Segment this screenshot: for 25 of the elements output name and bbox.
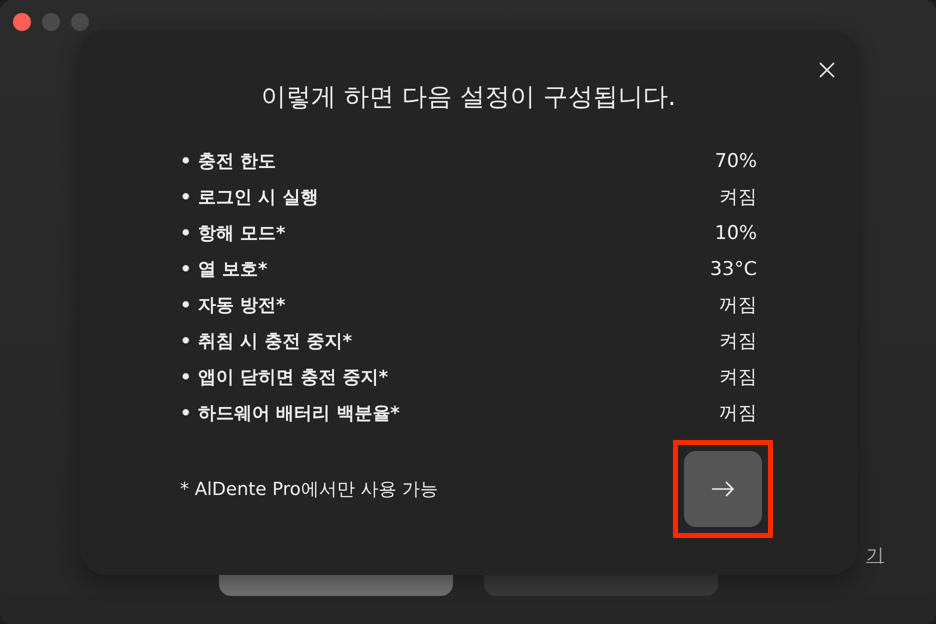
setting-label: • 로그인 시 실행: [180, 186, 318, 209]
setting-value: 꺼짐: [719, 293, 757, 318]
close-window-icon[interactable]: [13, 13, 31, 31]
setting-value: 33°C: [710, 258, 757, 280]
next-button[interactable]: [684, 451, 762, 527]
setting-value: 켜짐: [719, 185, 757, 210]
setting-label: • 충전 한도: [180, 150, 276, 173]
arrow-right-icon: [710, 481, 736, 497]
footnote-text: * AlDente Pro에서만 사용 가능: [180, 478, 438, 501]
setting-label: • 취침 시 충전 중지*: [180, 330, 352, 353]
setting-value: 켜짐: [719, 365, 757, 390]
setting-value: 꺼짐: [719, 401, 757, 426]
setting-label: • 하드웨어 배터리 백분율*: [180, 402, 400, 425]
background-link[interactable]: 기: [866, 543, 884, 567]
setting-value: 켜짐: [719, 329, 757, 354]
close-icon[interactable]: [819, 62, 835, 78]
dialog-title: 이렇게 하면 다음 설정이 구성됩니다.: [260, 81, 677, 113]
setting-label: • 열 보호*: [180, 258, 268, 281]
setting-label: • 자동 방전*: [180, 294, 286, 317]
minimize-window-icon[interactable]: [42, 13, 60, 31]
zoom-window-icon[interactable]: [71, 13, 89, 31]
setting-label: • 항해 모드*: [180, 222, 286, 245]
setting-value: 10%: [714, 222, 757, 244]
setting-label: • 앱이 닫히면 충전 중지*: [180, 366, 388, 389]
setting-value: 70%: [714, 150, 757, 172]
